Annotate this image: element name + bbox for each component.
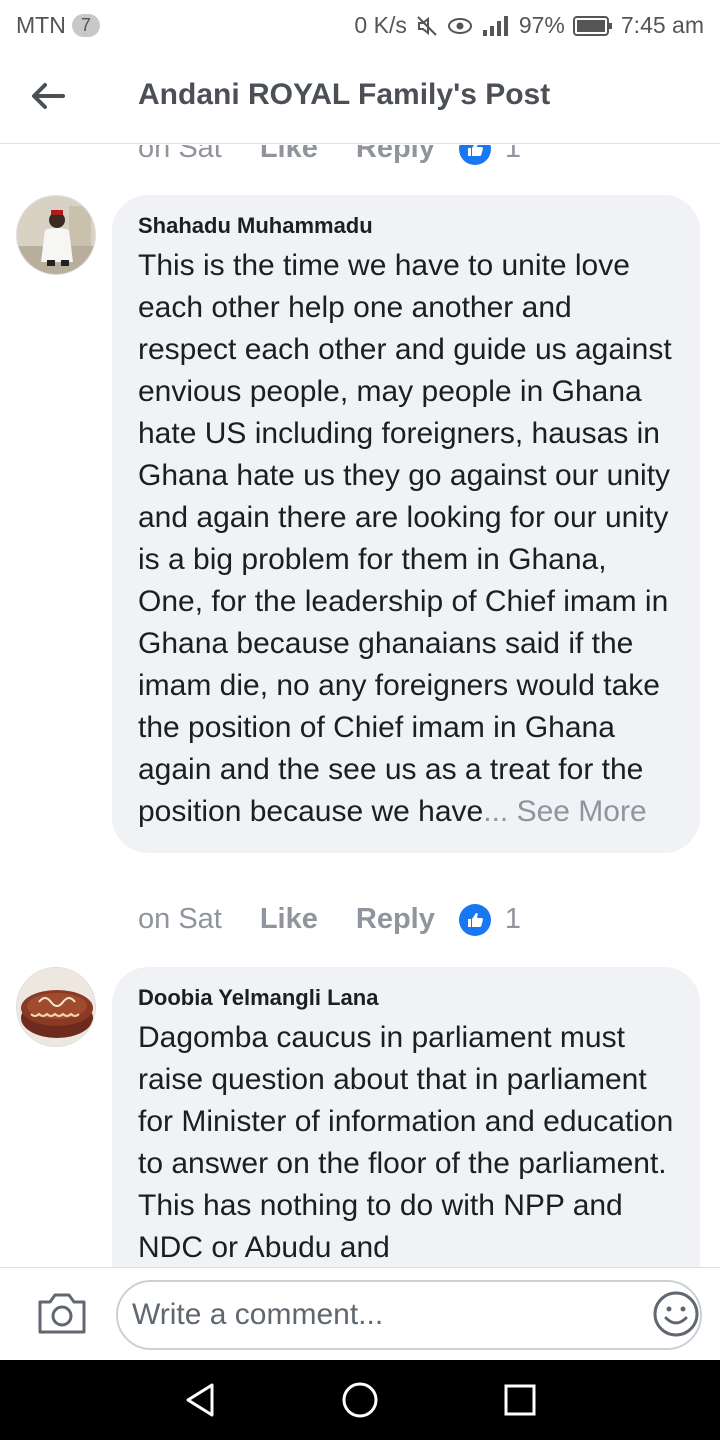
- like-count: 1: [504, 145, 521, 164]
- battery-percent: 97%: [518, 12, 565, 38]
- net-speed: 0 K/s: [354, 12, 407, 38]
- carrier-name: MTN: [16, 12, 66, 38]
- comment-author[interactable]: Doobia Yelmangli Lana: [138, 985, 674, 1011]
- nav-back-button[interactable]: [180, 1380, 220, 1420]
- nav-home-button[interactable]: [340, 1380, 380, 1420]
- comment-author[interactable]: Shahadu Muhammadu: [138, 213, 674, 239]
- signal-icon: [481, 14, 511, 38]
- system-nav-bar: [0, 1360, 720, 1440]
- see-more-link[interactable]: ... See More: [483, 795, 646, 828]
- status-left: MTN 7: [16, 12, 100, 39]
- comment-meta-previous: on Sat Like Reply 1: [138, 145, 521, 165]
- comment-meta: on Sat Like Reply 1: [138, 903, 521, 936]
- comment-time: on Sat: [138, 903, 222, 935]
- sim-badge: 7: [71, 14, 100, 37]
- comment-composer: [0, 1267, 720, 1360]
- like-link[interactable]: Like: [260, 903, 318, 936]
- like-count: 1: [504, 903, 521, 935]
- comment-bubble: Doobia Yelmangli Lana Dagomba caucus in …: [112, 967, 700, 1267]
- square-recents-icon: [504, 1384, 536, 1416]
- comment-text: This is the time we have to unite love e…: [138, 245, 674, 833]
- comment-body: Dagomba caucus in parliament must raise …: [138, 1021, 674, 1264]
- comment-time: on Sat: [138, 145, 222, 164]
- smiley-icon: [653, 1291, 699, 1337]
- thumbs-up-icon: [458, 903, 491, 936]
- like-link[interactable]: Like: [260, 145, 318, 165]
- reply-link[interactable]: Reply: [356, 145, 435, 165]
- comments-feed[interactable]: on Sat Like Reply 1 Shahadu Muhammadu Th…: [0, 145, 720, 1267]
- comment-bubble: Shahadu Muhammadu This is the time we ha…: [112, 195, 700, 853]
- app-header: Andani ROYAL Family's Post: [0, 50, 720, 144]
- camera-button[interactable]: [36, 1290, 88, 1336]
- avatar[interactable]: [16, 195, 96, 275]
- thumbs-up-icon: [458, 145, 491, 165]
- clock: 7:45 am: [620, 12, 704, 38]
- comment-body: This is the time we have to unite love e…: [138, 249, 672, 828]
- nav-recents-button[interactable]: [500, 1380, 540, 1420]
- avatar[interactable]: [16, 967, 96, 1047]
- back-button[interactable]: [28, 76, 68, 116]
- eye-icon: [447, 14, 473, 38]
- mute-icon: [415, 14, 439, 38]
- page-title: Andani ROYAL Family's Post: [138, 78, 551, 111]
- status-right: 0 K/s 97% 7:45 am: [354, 12, 704, 39]
- battery-icon: [572, 15, 613, 37]
- arrow-left-icon: [32, 83, 65, 109]
- reply-link[interactable]: Reply: [356, 903, 435, 936]
- triangle-back-icon: [186, 1383, 214, 1417]
- emoji-button[interactable]: [652, 1290, 700, 1338]
- camera-icon: [38, 1293, 86, 1334]
- circle-home-icon: [342, 1382, 378, 1418]
- status-bar: MTN 7 0 K/s 97% 7:45 am: [0, 0, 720, 50]
- comment-input[interactable]: [116, 1280, 702, 1350]
